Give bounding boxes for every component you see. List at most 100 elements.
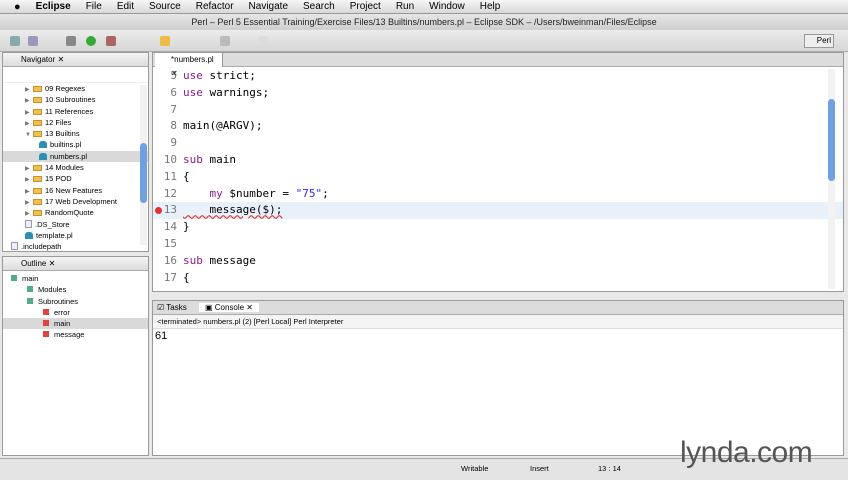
navigator-item[interactable]: ▶ 12 Files: [3, 117, 148, 128]
menu-refactor[interactable]: Refactor: [196, 1, 234, 12]
folder-icon: [33, 97, 42, 104]
save-icon[interactable]: [28, 36, 38, 46]
line-number: 6: [170, 85, 177, 99]
outline-tab[interactable]: Outline ✕: [3, 257, 148, 271]
menu-run[interactable]: Run: [396, 1, 414, 12]
close-icon[interactable]: ✕: [49, 259, 56, 268]
folder-icon: [33, 210, 42, 217]
outline-item[interactable]: main: [3, 318, 148, 330]
code-line[interactable]: 10 sub main: [153, 152, 843, 169]
menu-window[interactable]: Window: [429, 1, 465, 12]
navigator-item[interactable]: .includepath: [3, 241, 148, 252]
file-icon: [25, 219, 32, 228]
status-writable: Writable: [461, 464, 489, 473]
outline-node-icon: [43, 320, 49, 327]
navigator-item[interactable]: ▶ 17 Web Development: [3, 196, 148, 207]
folder-icon: [33, 119, 42, 126]
code-line[interactable]: 12 my $number = "75";: [153, 186, 843, 203]
navigator-item[interactable]: builtins.pl: [3, 139, 148, 150]
folder-icon: [33, 187, 42, 194]
navigator-item[interactable]: ▶ 15 POD: [3, 173, 148, 184]
close-icon[interactable]: ✕: [57, 55, 64, 64]
console-panel: ☑ Tasks ▣ Console ✕ <terminated> numbers…: [152, 300, 844, 456]
folder-icon: [33, 86, 42, 92]
navigator-item[interactable]: ▶ 14 Modules: [3, 162, 148, 173]
lynda-watermark: lynda.com: [680, 436, 813, 469]
debug-icon[interactable]: [66, 36, 76, 46]
menu-project[interactable]: Project: [350, 1, 381, 12]
navigator-item[interactable]: numbers.pl: [3, 150, 148, 163]
outline-item[interactable]: Subroutines: [3, 296, 148, 307]
run-icon[interactable]: [86, 36, 96, 46]
external-tools-icon[interactable]: [106, 36, 116, 46]
new-icon[interactable]: [10, 36, 20, 46]
line-number: 5: [170, 69, 177, 82]
line-number: 14: [163, 220, 177, 234]
tab-console[interactable]: ▣ Console ✕: [198, 303, 260, 312]
outline-item[interactable]: main: [3, 273, 148, 284]
line-number: 11: [163, 169, 177, 183]
code-line[interactable]: 13 message($);: [153, 202, 843, 220]
folder-icon: [33, 108, 42, 115]
code-line[interactable]: 6 use warnings;: [153, 85, 843, 102]
code-line[interactable]: 8 main(@ARGV);: [153, 118, 843, 135]
line-number: 8: [170, 119, 177, 133]
line-number: 17: [163, 270, 177, 284]
code-line[interactable]: 14}: [153, 219, 843, 236]
menu-edit[interactable]: Edit: [117, 1, 134, 12]
menu-search[interactable]: Search: [303, 1, 335, 12]
code-text: message($);: [183, 203, 283, 217]
line-number: 12: [163, 186, 177, 200]
outline-item[interactable]: message: [3, 329, 148, 340]
menu-help[interactable]: Help: [480, 1, 501, 12]
apple-icon[interactable]: ●: [14, 1, 21, 13]
outline-node-icon: [27, 297, 33, 304]
outline-node-icon: [43, 331, 49, 338]
navigator-item[interactable]: ▶ 10 Subroutines: [3, 94, 148, 105]
code-text: {: [183, 169, 190, 183]
menu-file[interactable]: File: [86, 1, 102, 12]
code-line[interactable]: 15: [153, 236, 843, 253]
navigator-tab[interactable]: Navigator ✕: [3, 53, 148, 67]
navigator-item[interactable]: .DS_Store: [3, 219, 148, 230]
perl-file-icon: [39, 152, 47, 160]
line-number: 7: [170, 102, 177, 116]
editor-scrollbar[interactable]: [828, 69, 835, 289]
navigator-scrollbar[interactable]: [140, 85, 147, 245]
forward-icon[interactable]: [258, 36, 268, 46]
editor-tab[interactable]: *numbers.pl ✕: [155, 53, 223, 78]
code-line[interactable]: 9: [153, 135, 843, 152]
code-line[interactable]: 17 {: [153, 270, 843, 287]
outline-item[interactable]: Modules: [3, 284, 148, 295]
mark-occurrences-icon[interactable]: [160, 36, 170, 46]
code-line[interactable]: 16 sub message: [153, 253, 843, 270]
folder-icon: [33, 131, 42, 138]
menu-navigate[interactable]: Navigate: [249, 1, 288, 12]
navigator-item[interactable]: ▶ RandomQuote: [3, 207, 148, 218]
status-insert-mode: Insert: [530, 464, 549, 473]
navigator-item[interactable]: ▶ 09 Regexes: [3, 83, 148, 94]
app-menu[interactable]: Eclipse: [36, 1, 71, 12]
toolbar: Perl: [0, 30, 848, 52]
outline-item[interactable]: error: [3, 307, 148, 318]
tab-tasks[interactable]: ☑ Tasks: [157, 303, 187, 312]
code-line[interactable]: 11 {: [153, 169, 843, 186]
code-line[interactable]: 7: [153, 102, 843, 119]
perl-file-icon: [25, 231, 33, 239]
editor-panel: *numbers.pl ✕ 5 use strict; 6 use warnings;…: [152, 52, 844, 292]
menu-source[interactable]: Source: [149, 1, 181, 12]
perl-perspective-button[interactable]: Perl: [804, 34, 834, 48]
code-text: {: [183, 270, 190, 284]
console-output: 61: [155, 330, 168, 342]
code-text: sub message: [183, 253, 256, 267]
window-title: Perl – Perl 5 Essential Training/Exercis…: [0, 14, 848, 30]
code-line[interactable]: 5 use strict;: [153, 68, 843, 85]
navigator-item[interactable]: ▶ 11 References: [3, 106, 148, 117]
line-number: 16: [163, 253, 177, 267]
navigator-item[interactable]: ▶ 16 New Features: [3, 185, 148, 196]
menu-bar: ● Eclipse File Edit Source Refactor Navigate…: [0, 0, 848, 14]
code-text: main(@ARGV);: [183, 119, 263, 133]
back-icon[interactable]: [220, 36, 230, 46]
navigator-item[interactable]: template.pl: [3, 230, 148, 241]
navigator-item[interactable]: ▼ 13 Builtins: [3, 128, 148, 139]
